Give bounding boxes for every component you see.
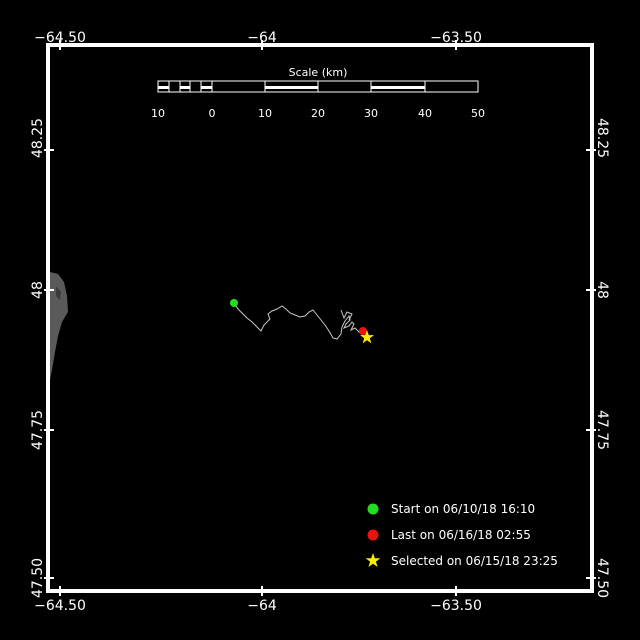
scale-tick-6: 40 [418,107,432,120]
lon-label-top-1: −64.50 [34,30,86,46]
drift-track [233,302,365,340]
lat-label-left-2: 48 [30,281,46,299]
legend-last-icon [367,529,379,541]
legend-selected-star-icon [365,553,381,567]
lat-label-right-4: 47.50 [594,558,610,598]
map-canvas: −64.50 −64 −63.50 −64.50 −64 −63.50 48.2… [30,30,610,614]
start-marker [230,299,238,307]
lon-label-bottom-2: −64 [247,598,277,614]
scale-title: Scale (km) [289,66,348,79]
lat-label-left-3: 47.75 [30,410,46,450]
legend-last-label: Last on 06/16/18 02:55 [391,528,531,542]
lat-label-right-3: 47.75 [594,410,610,450]
lon-label-bottom-3: −63.50 [430,598,482,614]
lat-label-right-1: 48.25 [594,118,610,158]
scale-tick-2: 0 [209,107,216,120]
lon-label-top-3: −63.50 [430,30,482,46]
legend-selected-label: Selected on 06/15/18 23:25 [391,554,558,568]
legend-start-icon [367,503,379,515]
scale-tick-3: 10 [258,107,272,120]
scale-bar-fill [158,86,425,89]
lat-label-right-2: 48 [594,281,610,299]
lon-label-top-2: −64 [247,30,277,46]
lat-label-left-1: 48.25 [30,118,46,158]
lon-label-bottom-1: −64.50 [34,598,86,614]
legend-start-label: Start on 06/10/18 16:10 [391,502,535,516]
coastline-land [50,272,68,380]
scale-tick-5: 30 [364,107,378,120]
scale-tick-7: 50 [471,107,485,120]
lat-label-left-4: 47.50 [30,558,46,598]
scale-tick-4: 20 [311,107,325,120]
scale-tick-1: 10 [151,107,165,120]
